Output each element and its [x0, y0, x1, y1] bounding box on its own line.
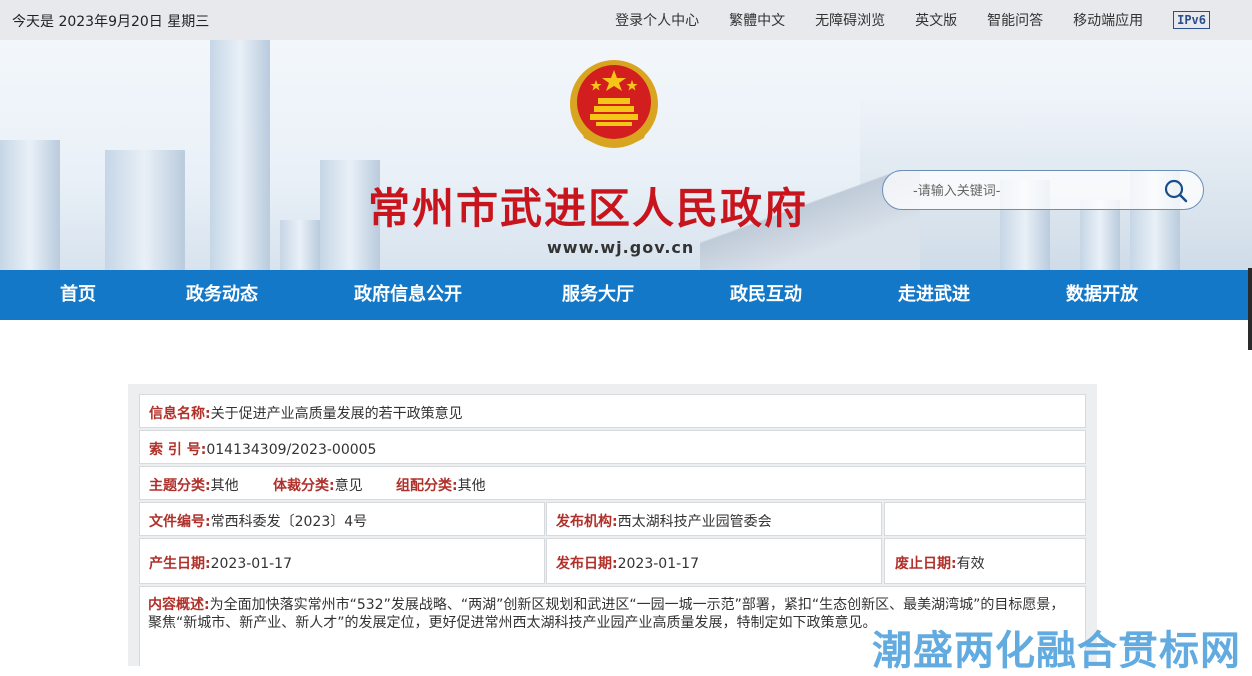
published-label: 发布日期:: [556, 556, 618, 572]
docno-row: 文件编号:常西科委发〔2023〕4号 发布机构:西太湖科技产业园管委会: [139, 502, 1086, 536]
smart-qa-link[interactable]: 智能问答: [987, 10, 1043, 30]
index-row: 索 引 号:014134309/2023-00005: [139, 430, 1086, 464]
docno-value: 常西科委发〔2023〕4号: [210, 514, 368, 530]
banner-building: [1080, 200, 1120, 270]
national-emblem-icon: [570, 60, 658, 148]
created-cell: 产生日期:2023-01-17: [139, 538, 545, 584]
topic-value: 其他: [210, 478, 239, 494]
created-label: 产生日期:: [149, 556, 211, 572]
login-link[interactable]: 登录个人中心: [615, 10, 699, 30]
nav-service-hall[interactable]: 服务大厅: [562, 270, 634, 320]
top-links: 登录个人中心 繁體中文 无障碍浏览 英文版 智能问答 移动端应用 IPv6: [615, 0, 1252, 40]
site-url: www.wj.gov.cn: [547, 238, 695, 257]
nav-home[interactable]: 首页: [60, 270, 96, 320]
banner-tower: [210, 40, 270, 270]
index-value: 014134309/2023-00005: [206, 442, 377, 458]
traditional-chinese-link[interactable]: 繁體中文: [729, 10, 785, 30]
english-link[interactable]: 英文版: [915, 10, 957, 30]
banner-building: [280, 220, 320, 270]
banner-building: [105, 150, 185, 270]
nav-interaction[interactable]: 政民互动: [730, 270, 802, 320]
published-cell: 发布日期:2023-01-17: [546, 538, 882, 584]
search-input[interactable]: [911, 180, 1155, 202]
index-label: 索 引 号:: [149, 442, 207, 458]
nav-about-wujin[interactable]: 走进武进: [898, 270, 970, 320]
header-banner: 常州市武进区人民政府 www.wj.gov.cn: [0, 40, 1252, 270]
published-value: 2023-01-17: [617, 556, 699, 572]
main-nav: 首页 政务动态 政府信息公开 服务大厅 政民互动 走进武进 数据开放: [0, 270, 1252, 320]
expire-label: 废止日期:: [895, 556, 957, 572]
docno-cell: 文件编号:常西科委发〔2023〕4号: [139, 502, 545, 536]
dates-row: 产生日期:2023-01-17 发布日期:2023-01-17 废止日期:有效: [139, 538, 1086, 584]
watermark: 潮盛两化融合贯标网: [872, 628, 1241, 674]
expire-cell: 废止日期:有效: [884, 538, 1086, 584]
banner-building: [0, 140, 60, 270]
mobile-app-link[interactable]: 移动端应用: [1073, 10, 1143, 30]
assembly-label: 组配分类:: [396, 478, 458, 494]
publisher-value: 西太湖科技产业园管委会: [617, 514, 772, 530]
nav-gov-info[interactable]: 政府信息公开: [354, 270, 462, 320]
site-title: 常州市武进区人民政府: [368, 184, 809, 233]
info-name-value: 关于促进产业高质量发展的若干政策意见: [210, 406, 463, 422]
current-date: 今天是 2023年9月20日 星期三: [12, 14, 210, 30]
created-value: 2023-01-17: [210, 556, 292, 572]
search-box: [882, 170, 1204, 210]
top-bar: 今天是 2023年9月20日 星期三 登录个人中心 繁體中文 无障碍浏览 英文版…: [0, 0, 1252, 40]
info-name-row: 信息名称:关于促进产业高质量发展的若干政策意见: [139, 394, 1086, 428]
genre-label: 体裁分类:: [273, 478, 335, 494]
summary-label: 内容概述:: [148, 597, 210, 613]
category-row: 主题分类:其他 体裁分类:意见 组配分类:其他: [139, 466, 1086, 500]
search-icon[interactable]: [1163, 178, 1189, 204]
topic-label: 主题分类:: [149, 478, 211, 494]
publisher-label: 发布机构:: [556, 514, 618, 530]
scrollbar[interactable]: [1248, 268, 1252, 350]
accessibility-link[interactable]: 无障碍浏览: [815, 10, 885, 30]
genre-value: 意见: [334, 478, 363, 494]
expire-value: 有效: [956, 556, 985, 572]
publisher-cell: 发布机构:西太湖科技产业园管委会: [546, 502, 882, 536]
assembly-value: 其他: [457, 478, 486, 494]
docno-label: 文件编号:: [149, 514, 211, 530]
ipv6-badge: IPv6: [1173, 11, 1210, 29]
empty-cell: [884, 502, 1086, 536]
info-name-label: 信息名称:: [149, 406, 211, 422]
nav-open-data[interactable]: 数据开放: [1066, 270, 1138, 320]
nav-news[interactable]: 政务动态: [186, 270, 258, 320]
